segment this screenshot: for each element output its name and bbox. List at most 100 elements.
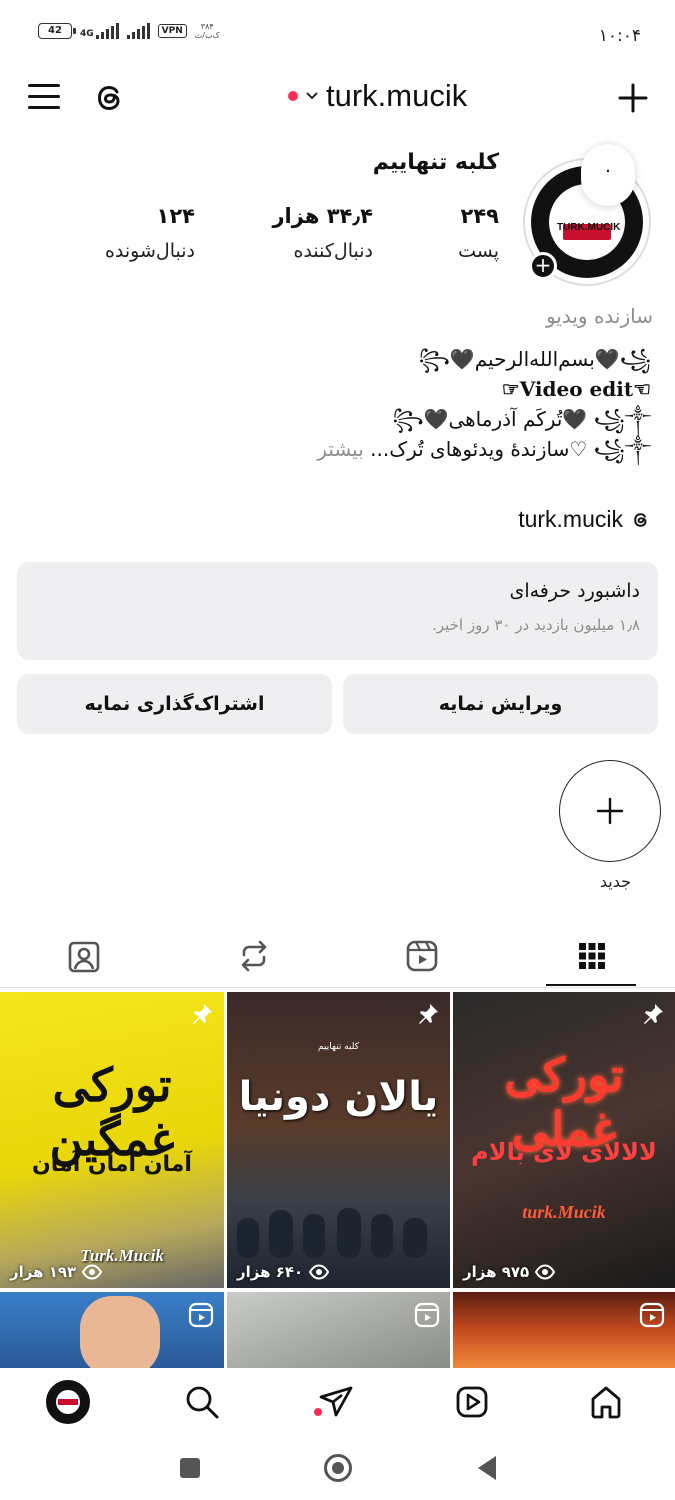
pin-icon (193, 1004, 212, 1024)
status-icons: 42 4G VPN ۳۸۴ ک‌ب/ث (38, 22, 220, 40)
threads-small-icon (634, 512, 647, 527)
repost-icon (241, 940, 267, 972)
profile-stats: ۲۴۹ پست ۳۴٫۴ هزار دنبال‌کننده ۱۲۴ دنبال‌… (83, 204, 503, 284)
header-username: turk.mucik (326, 78, 468, 113)
grid-post[interactable]: تورکی غمگین آمان آمان آمان Turk.Mucik ۱۹… (0, 992, 224, 1288)
view-count: ۱۹۳ هزار (10, 1262, 103, 1282)
view-count-text: ۱۹۳ هزار (10, 1263, 77, 1281)
view-count: ۹۷۵ هزار (463, 1262, 556, 1282)
dashboard-subtitle: ۱٫۸ میلیون بازدید در ۳۰ روز اخیر. (432, 616, 640, 634)
tab-reels[interactable] (402, 936, 442, 976)
reels-icon (406, 940, 438, 972)
tagged-icon (68, 941, 100, 973)
eye-icon (82, 1264, 103, 1280)
active-tab-indicator (546, 984, 636, 986)
threads-icon[interactable] (92, 80, 128, 116)
threads-profile-link[interactable]: turk.mucik (518, 506, 651, 533)
new-highlight-label: جدید (599, 872, 631, 891)
grid-post[interactable] (453, 1292, 675, 1368)
bio-line: ꧁🖤بسم‌الله‌الرحیم🖤꧂ (418, 347, 651, 371)
grid-post[interactable]: کلبه تنهاییم یالان دونیا ۶۴۰ هزار (227, 992, 450, 1288)
signal-icon-2 (126, 23, 150, 39)
speed-value: ۳۸۴ (200, 22, 214, 31)
signal-icon (95, 23, 119, 39)
reel-icon (414, 1302, 440, 1328)
search-icon[interactable] (184, 1384, 220, 1420)
notification-dot (288, 91, 298, 101)
vpn-icon: VPN (157, 24, 187, 38)
bio-more-link[interactable]: بیشتر (317, 437, 364, 461)
bio-line: ꧁༒ 🖤تُرکَم آذرماهی🖤꧂ (392, 407, 651, 431)
menu-icon[interactable] (28, 84, 60, 112)
edit-profile-button[interactable]: ویرایش نمایه (343, 674, 658, 734)
following-stat[interactable]: ۱۲۴ دنبال‌شونده (105, 204, 195, 262)
top-bar: turk.mucik (0, 64, 675, 134)
clock: ۱۰:۰۴ (598, 26, 641, 46)
bio-line: ꧁༒ ♡سازندهٔ ویدئوهای تُرک... (370, 437, 651, 461)
battery-icon: 42 (38, 23, 76, 39)
avatar-logo-text: TURK.MUCIK (557, 222, 621, 233)
network-type: 4G (80, 29, 94, 39)
pin-icon (644, 1004, 663, 1024)
chevron-down-icon (306, 92, 318, 100)
view-count-text: ۶۴۰ هزار (237, 1263, 304, 1281)
post-title-text: یالان دونیا (238, 1074, 439, 1120)
bio: ꧁🖤بسم‌الله‌الرحیم🖤꧂ ☜Video edit☞ ꧁༒ 🖤تُر… (31, 344, 651, 464)
pin-icon (419, 1004, 438, 1024)
new-highlight-button[interactable] (559, 760, 661, 862)
professional-dashboard[interactable]: داشبورد حرفه‌ای ۱٫۸ میلیون بازدید در ۳۰ … (17, 562, 658, 660)
eye-icon (309, 1264, 330, 1280)
posts-stat[interactable]: ۲۴۹ پست (458, 204, 499, 262)
create-icon[interactable] (617, 82, 649, 114)
grid-post[interactable] (227, 1292, 450, 1368)
bio-line-last: ꧁༒ ♡سازندهٔ ویدئوهای تُرک... بیشتر (31, 434, 651, 464)
grid-icon (579, 943, 605, 969)
posts-label: پست (458, 240, 499, 262)
followers-count: ۳۴٫۴ هزار (272, 204, 373, 228)
eye-icon (535, 1264, 556, 1280)
following-count: ۱۲۴ (156, 204, 195, 228)
tab-tagged[interactable] (64, 936, 104, 976)
person-photo (80, 1296, 160, 1368)
threads-handle: turk.mucik (518, 506, 623, 532)
profile-nav-avatar[interactable] (46, 1380, 90, 1424)
grid-post[interactable]: تورکی غملی لالالای لای بالام turk.Mucik … (453, 992, 675, 1288)
back-button[interactable] (478, 1456, 496, 1480)
dashboard-title: داشبورد حرفه‌ای (509, 580, 640, 602)
share-profile-button[interactable]: اشتراک‌گذاری نمایه (17, 674, 332, 734)
plus-icon (596, 797, 624, 825)
tab-grid[interactable] (572, 936, 612, 976)
network-indicator: 4G (80, 23, 119, 39)
direct-message-icon[interactable] (318, 1384, 354, 1420)
message-notification-dot (314, 1408, 322, 1416)
view-count-text: ۹۷۵ هزار (463, 1263, 530, 1281)
grid-post[interactable] (0, 1292, 224, 1368)
status-bar: 42 4G VPN ۳۸۴ ک‌ب/ث ۱۰:۰۴ (0, 0, 675, 62)
posts-grid: تورکی غملی لالالای لای بالام turk.Mucik … (0, 992, 675, 1368)
reels-nav-icon[interactable] (454, 1384, 490, 1420)
bottom-nav (0, 1368, 675, 1438)
view-count: ۶۴۰ هزار (237, 1262, 330, 1282)
posts-count: ۲۴۹ (460, 204, 499, 228)
profile-tabs (0, 928, 675, 988)
speed-unit: ک‌ب/ث (194, 31, 220, 40)
tab-reposts[interactable] (234, 936, 274, 976)
followers-label: دنبال‌کننده (293, 240, 373, 262)
following-label: دنبال‌شونده (104, 240, 195, 262)
post-brand-text: turk.Mucik (522, 1202, 606, 1222)
account-switcher[interactable]: turk.mucik (288, 78, 467, 114)
display-name: کلبه تنهاییم (372, 150, 499, 175)
system-nav (0, 1440, 675, 1500)
recents-button[interactable] (180, 1458, 200, 1478)
network-speed: ۳۸۴ ک‌ب/ث (195, 22, 220, 40)
system-home-button[interactable] (324, 1454, 352, 1482)
note-bubble[interactable]: ۰ (581, 144, 635, 206)
home-icon[interactable] (588, 1384, 624, 1420)
post-subtitle-text: لالالای لای بالام (471, 1138, 657, 1166)
followers-stat[interactable]: ۳۴٫۴ هزار دنبال‌کننده (272, 204, 373, 262)
bio-line: ☜Video edit☞ (501, 377, 651, 401)
profile-category: سازنده ویدیو (545, 304, 653, 328)
add-story-icon[interactable]: + (529, 252, 557, 280)
graveyard-illustration (237, 1208, 427, 1258)
post-subtitle-text: آمان آمان آمان (32, 1152, 192, 1177)
